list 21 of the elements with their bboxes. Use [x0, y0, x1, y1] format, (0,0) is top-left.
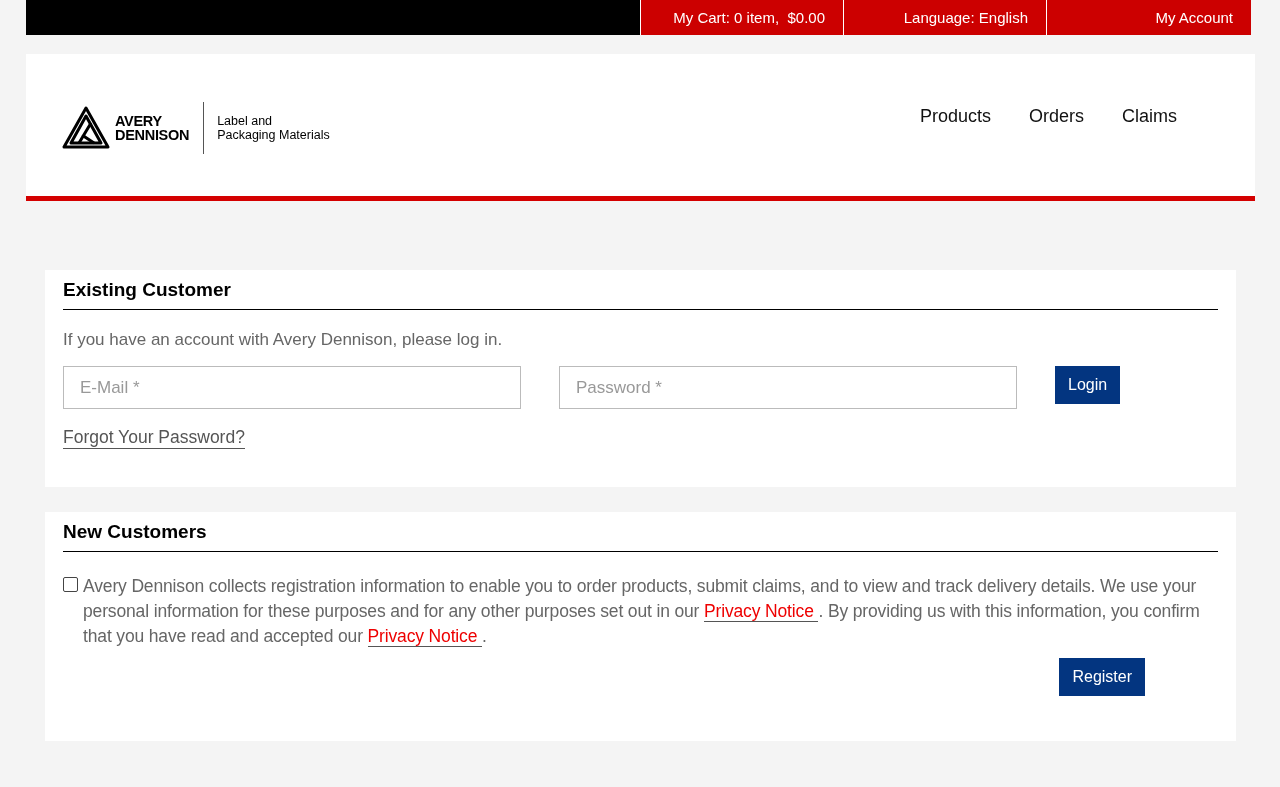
password-field[interactable]: Password *: [559, 366, 1017, 409]
section-title: Existing Customer: [63, 278, 1218, 310]
privacy-notice-link[interactable]: Privacy Notice: [367, 626, 482, 647]
consent-checkbox[interactable]: [63, 577, 78, 592]
forgot-password-link[interactable]: Forgot Your Password?: [63, 427, 245, 449]
cart-link[interactable]: My Cart: 0 item, $0.00: [640, 0, 843, 35]
logo-triangle-icon: [61, 105, 111, 151]
nav-link[interactable]: Products: [919, 106, 991, 127]
section-title: New Customers: [63, 520, 1218, 552]
language-selector[interactable]: Language: English: [843, 0, 1046, 35]
logo-tagline: Label and Packaging Materials: [217, 114, 330, 142]
nav-link[interactable]: Orders: [1028, 106, 1084, 127]
login-button[interactable]: Login: [1055, 366, 1121, 404]
email-field[interactable]: E-Mail *: [63, 366, 521, 409]
nav-link[interactable]: Claims: [1122, 106, 1177, 127]
register-button[interactable]: Register: [1059, 658, 1145, 696]
account-link[interactable]: My Account: [1046, 0, 1251, 35]
privacy-notice-link[interactable]: Privacy Notice: [704, 601, 819, 622]
consent-text: Avery Dennison collects registration information to enable you to order products, submit claims, and to view and track delivery details. We use your personal information for these purposes and for any other purposes set out in our Privacy Notice . By providing us with this information, you confirm that you have read and accepted our Privacy Notice .: [83, 575, 1201, 649]
intro-text: If you have an account with Avery Dennison, please log in.: [63, 330, 504, 350]
logo-wordmark: AVERY DENNISON: [115, 114, 190, 142]
